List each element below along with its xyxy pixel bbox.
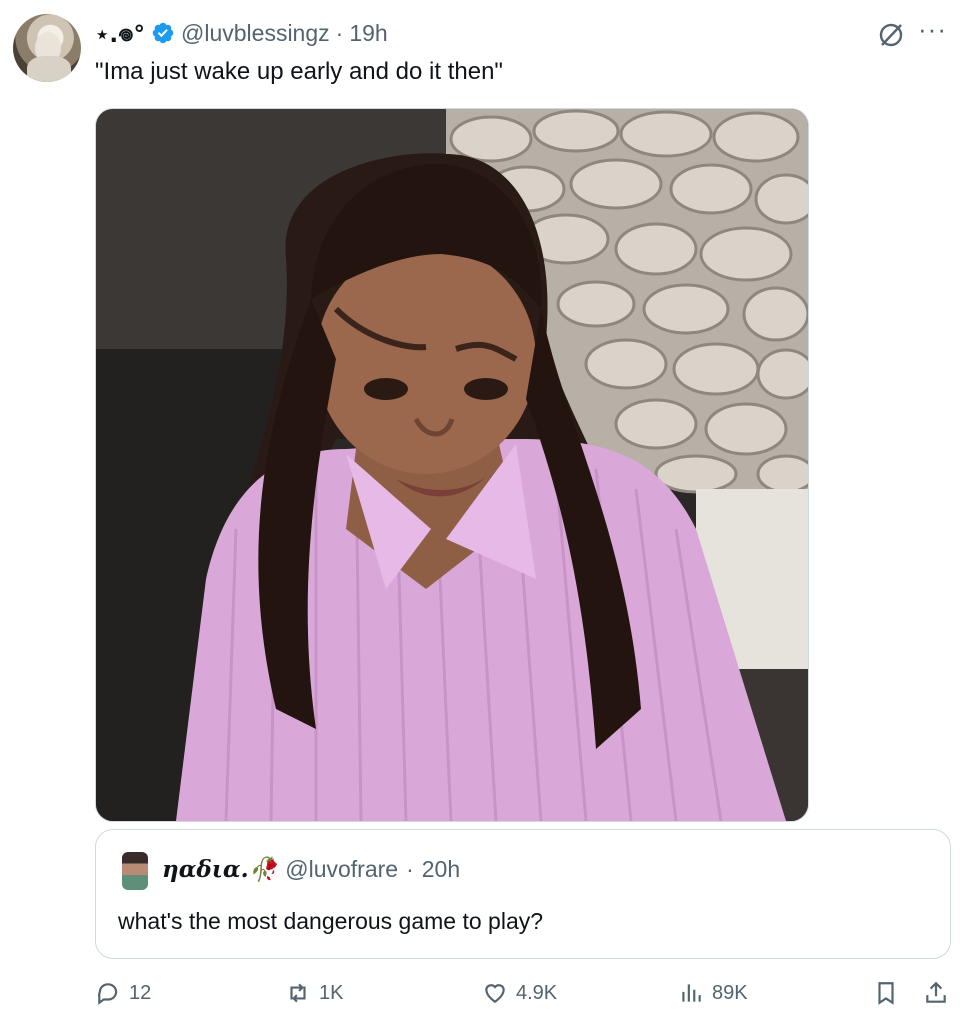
- share-icon: [926, 981, 946, 1003]
- quoted-author-display-name[interactable]: ηαδια.🥀: [162, 856, 277, 883]
- bookmark-icon: [878, 982, 894, 1005]
- quoted-tweet[interactable]: ηαδια.🥀 @luvofrare · 20h what's the most…: [95, 829, 951, 959]
- repost-button[interactable]: 1K: [285, 980, 343, 1006]
- views-icon: [682, 984, 701, 1002]
- bookmark-button[interactable]: [873, 980, 899, 1006]
- reply-icon: [98, 983, 118, 1005]
- like-button[interactable]: 4.9K: [482, 980, 557, 1006]
- author-display-name[interactable]: ⋆.𖦹°: [95, 17, 145, 49]
- tweet-time[interactable]: 19h: [349, 20, 387, 47]
- quoted-author-avatar[interactable]: [122, 852, 148, 890]
- like-icon: [485, 984, 505, 1003]
- quoted-tweet-text: what's the most dangerous game to play?: [118, 908, 544, 934]
- quoted-author-handle[interactable]: @luvofrare: [285, 856, 398, 883]
- views-button[interactable]: 89K: [678, 980, 748, 1006]
- tweet-image[interactable]: [95, 108, 809, 822]
- like-count: 4.9K: [516, 981, 558, 1004]
- repost-icon: [290, 983, 306, 1003]
- verified-badge-icon: [152, 22, 174, 44]
- tweet-text: "Ima just wake up early and do it then": [95, 58, 503, 85]
- quoted-separator-dot: ·: [406, 856, 414, 882]
- repost-count: 1K: [319, 981, 344, 1004]
- reply-button[interactable]: 12: [95, 980, 151, 1006]
- author-handle[interactable]: @luvblessingz: [181, 20, 330, 47]
- tweet-header: ⋆.𖦹° @luvblessingz · 19h: [95, 16, 388, 50]
- grok-icon[interactable]: [876, 20, 906, 50]
- tweet-actions: 12 1K 4.9K 89K: [95, 980, 955, 1020]
- image-illustration: [96, 109, 808, 821]
- author-avatar[interactable]: [13, 14, 81, 82]
- views-count: 89K: [712, 981, 748, 1004]
- more-icon[interactable]: ···: [918, 14, 947, 45]
- share-button[interactable]: [923, 980, 949, 1006]
- avatar-body: [27, 56, 71, 82]
- reply-count: 12: [129, 981, 152, 1004]
- quoted-tweet-header: ηαδια.🥀 @luvofrare · 20h: [162, 856, 460, 883]
- quoted-tweet-time: 20h: [421, 856, 461, 882]
- separator-dot: ·: [335, 19, 344, 46]
